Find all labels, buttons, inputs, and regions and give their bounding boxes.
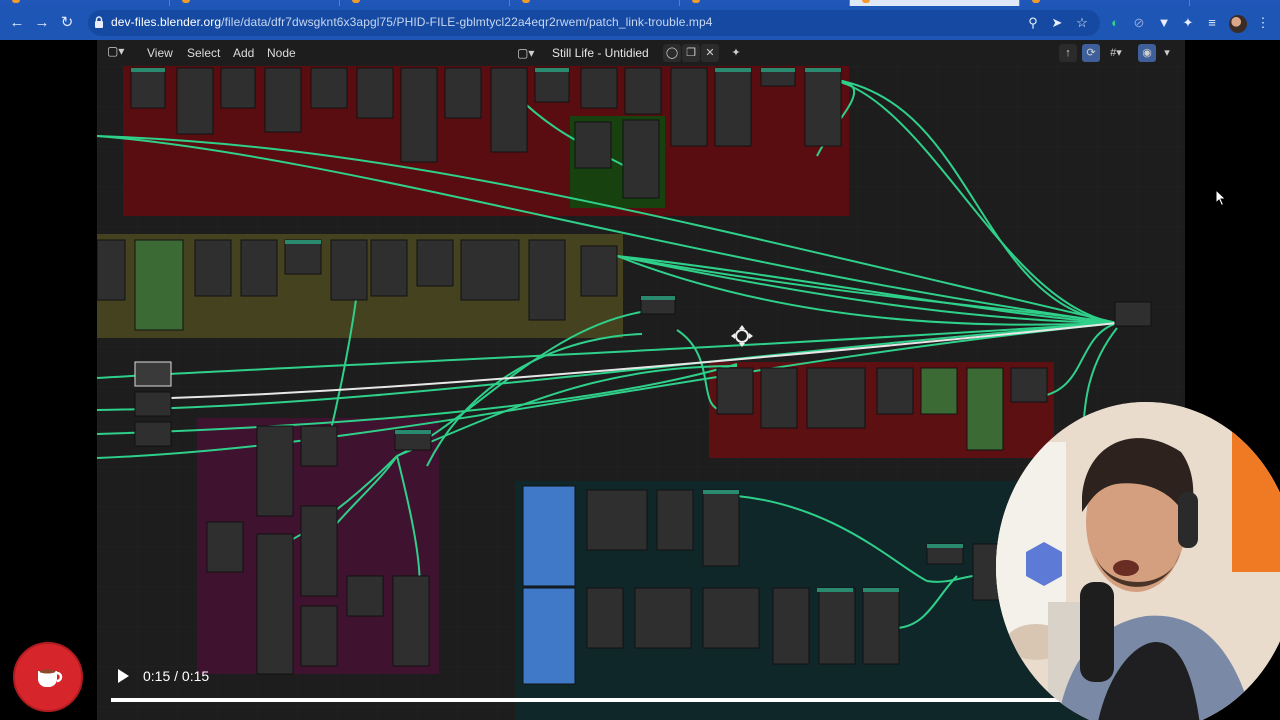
reading-list-icon[interactable]: ≡ xyxy=(1201,12,1223,34)
shield-icon[interactable]: ◯ xyxy=(663,44,681,62)
node-editor-icon[interactable]: ▢▾ xyxy=(107,44,133,62)
site-info-icon[interactable] xyxy=(94,16,104,28)
overlay-icon[interactable]: #▾ xyxy=(1103,44,1129,62)
zoom-icon[interactable]: ⚲ xyxy=(1022,12,1044,34)
puzzle-icon[interactable]: ✦ xyxy=(1177,12,1199,34)
reload-icon[interactable]: ↻ xyxy=(56,12,78,34)
profile-avatar[interactable] xyxy=(1229,15,1247,33)
menu-view[interactable]: View xyxy=(147,46,173,60)
parent-node-icon[interactable]: ↑ xyxy=(1059,44,1077,62)
share-icon[interactable]: ➤ xyxy=(1046,12,1068,34)
snap-icon[interactable]: ⟳ xyxy=(1082,44,1100,62)
bookmark-star-icon[interactable]: ☆ xyxy=(1071,12,1093,34)
url-host: dev-files.blender.org xyxy=(111,15,222,29)
pin-icon[interactable]: ✦ xyxy=(727,44,745,62)
extension-icon[interactable]: ◐ xyxy=(1104,12,1126,34)
video-time: 0:15 / 0:15 xyxy=(143,668,210,684)
gizmo-icon[interactable]: ◉ xyxy=(1138,44,1156,62)
presenter-video xyxy=(996,402,1280,720)
scene-type-icon: ▢▾ xyxy=(517,46,535,60)
close-icon[interactable]: ✕ xyxy=(701,44,719,62)
scene-name: Still Life - Untidied xyxy=(552,46,649,60)
gizmo-dropdown-icon[interactable]: ▾ xyxy=(1158,44,1176,62)
screen: ← → ↻ dev-files.blender.org/file/data/df… xyxy=(0,0,1280,720)
mouse-cursor-icon xyxy=(1215,189,1227,207)
menu-dots-icon[interactable]: ⋮ xyxy=(1252,12,1274,34)
forward-arrow-icon[interactable]: → xyxy=(31,12,53,34)
menu-add[interactable]: Add xyxy=(233,46,254,60)
menu-select[interactable]: Select xyxy=(187,46,220,60)
play-icon[interactable] xyxy=(113,666,133,686)
url-text[interactable]: dev-files.blender.org/file/data/dfr7dwsg… xyxy=(111,15,713,29)
browser-toolbar: ← → ↻ dev-files.blender.org/file/data/df… xyxy=(0,6,1280,40)
duplicate-icon[interactable]: ❐ xyxy=(682,44,700,62)
webcam-overlay xyxy=(996,402,1280,720)
coffee-cup-icon xyxy=(38,669,63,687)
coffee-badge[interactable] xyxy=(13,642,83,712)
address-bar[interactable]: dev-files.blender.org/file/data/dfr7dwsg… xyxy=(88,10,1100,36)
extension-icon-2[interactable]: ⊘ xyxy=(1128,12,1150,34)
extension-icon-3[interactable]: ▼ xyxy=(1153,12,1175,34)
back-arrow-icon[interactable]: ← xyxy=(6,12,28,34)
url-path: /file/data/dfr7dwsgknt6x3apgl75/PHID-FIL… xyxy=(221,15,713,29)
editor-header: ▢▾ View Select Add Node ▢▾ Still Life - … xyxy=(97,40,1185,66)
menu-node[interactable]: Node xyxy=(267,46,296,60)
